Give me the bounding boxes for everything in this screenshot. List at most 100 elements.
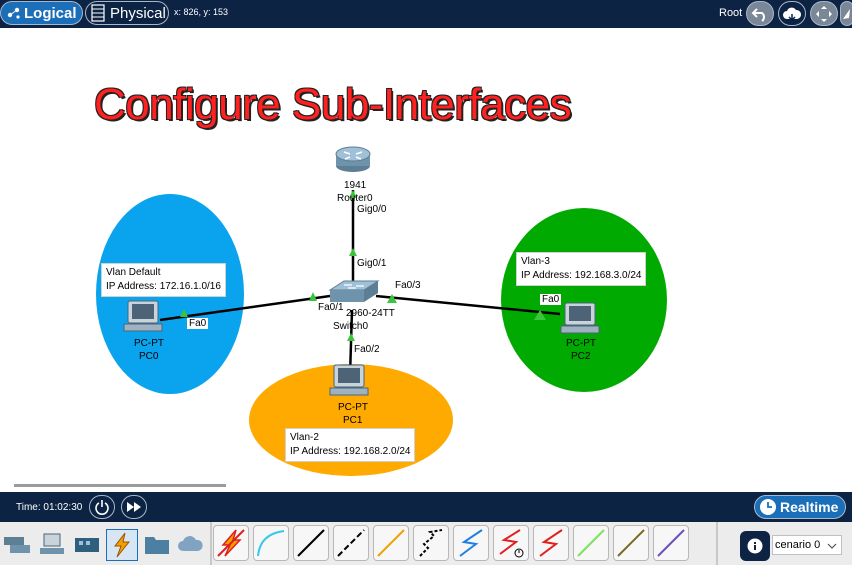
pc2-port-label: Fa0 bbox=[540, 294, 562, 305]
coaxial-cable[interactable] bbox=[453, 525, 489, 561]
scenario-select[interactable]: cenario 0 bbox=[772, 535, 842, 555]
connections-category[interactable] bbox=[106, 529, 138, 561]
octal-cable[interactable] bbox=[573, 525, 609, 561]
vlan-default-name: Vlan Default bbox=[106, 267, 161, 278]
link-status-indicator bbox=[309, 292, 317, 301]
fast-forward-icon bbox=[127, 502, 141, 512]
switch-name-label: Switch0 bbox=[333, 321, 369, 332]
navigation-button[interactable] bbox=[840, 1, 852, 26]
vlan3-name: Vlan-3 bbox=[521, 256, 550, 267]
palette-divider bbox=[716, 522, 718, 565]
cursor-coordinates: x: 826, y: 153 bbox=[174, 7, 229, 17]
simulation-time: Time: 01:02:30 bbox=[16, 502, 83, 513]
info-icon bbox=[747, 538, 763, 554]
usb-cable-icon bbox=[657, 529, 685, 557]
router-icon[interactable] bbox=[335, 146, 371, 172]
multiuser-cloud-icon bbox=[178, 536, 203, 551]
back-button[interactable] bbox=[746, 1, 774, 26]
vlan3-area bbox=[501, 208, 667, 392]
straight-through-icon bbox=[297, 529, 325, 557]
phone-cable[interactable] bbox=[413, 525, 449, 561]
scrollbar-thumb[interactable] bbox=[14, 484, 226, 487]
pc2-type-label: PC-PT bbox=[566, 338, 596, 349]
scenario-info-button[interactable] bbox=[740, 531, 770, 561]
components-icon bbox=[75, 538, 99, 552]
top-toolbar: Logical Physical x: 826, y: 153 Root bbox=[0, 0, 852, 28]
vlan3-note[interactable]: Vlan-3 IP Address: 192.168.3.0/24 bbox=[516, 252, 647, 286]
iot-custom-cable[interactable] bbox=[613, 525, 649, 561]
octal-icon bbox=[577, 529, 605, 557]
move-arrows-icon bbox=[816, 5, 832, 22]
chevron-down-icon bbox=[827, 543, 837, 549]
clock-icon bbox=[760, 499, 776, 515]
pc1-icon[interactable] bbox=[329, 364, 369, 396]
multiuser-category[interactable] bbox=[176, 529, 206, 559]
workspace-canvas[interactable]: Configure Sub-Interfaces Vlan Default IP… bbox=[0, 28, 852, 484]
palette-divider bbox=[210, 522, 212, 565]
switch-fa2-port-label: Fa0/2 bbox=[354, 344, 380, 355]
switch-icon[interactable] bbox=[328, 280, 380, 302]
fiber-icon bbox=[377, 529, 405, 557]
cluster-button[interactable] bbox=[778, 1, 806, 26]
serial-dce-cable[interactable] bbox=[493, 525, 529, 561]
switch-model-label: 2960-24TT bbox=[346, 308, 395, 319]
vlan2-name: Vlan-2 bbox=[290, 432, 319, 443]
console-cable[interactable] bbox=[253, 525, 289, 561]
pc1-name-label: PC1 bbox=[343, 415, 363, 426]
usb-cable[interactable] bbox=[653, 525, 689, 561]
vlan2-ip: IP Address: 192.168.2.0/24 bbox=[290, 446, 411, 457]
realtime-mode-button[interactable]: Realtime bbox=[754, 495, 846, 519]
logical-label: Logical bbox=[24, 4, 77, 22]
reset-time-button[interactable] bbox=[89, 495, 115, 519]
copper-cross-over-cable[interactable] bbox=[333, 525, 369, 561]
console-cable-icon bbox=[257, 530, 285, 557]
move-button[interactable] bbox=[810, 1, 838, 26]
lightning-icon bbox=[113, 532, 131, 558]
pc2-icon[interactable] bbox=[560, 302, 600, 334]
horizontal-scrollbar[interactable] bbox=[0, 484, 852, 492]
pc0-type-label: PC-PT bbox=[134, 338, 164, 349]
vlan2-note[interactable]: Vlan-2 IP Address: 192.168.2.0/24 bbox=[285, 428, 416, 462]
fiber-cable[interactable] bbox=[373, 525, 409, 561]
phone-cable-icon bbox=[419, 529, 443, 557]
link-status-indicator bbox=[349, 248, 357, 256]
undo-arrow-icon bbox=[751, 7, 765, 22]
vlan3-ip: IP Address: 192.168.3.0/24 bbox=[521, 270, 642, 281]
fast-forward-button[interactable] bbox=[121, 495, 147, 519]
pc0-port-label: Fa0 bbox=[187, 318, 209, 329]
vlan-default-ip: IP Address: 172.16.1.0/16 bbox=[106, 281, 221, 292]
switch-fa3-port-label: Fa0/3 bbox=[395, 280, 421, 291]
network-devices-category[interactable] bbox=[2, 529, 32, 559]
physical-label: Physical bbox=[110, 4, 166, 22]
serial-dte-icon bbox=[539, 529, 563, 557]
time-bar: Time: 01:02:30 Realtime bbox=[0, 492, 852, 522]
auto-connection-icon bbox=[217, 529, 245, 557]
end-devices-category[interactable] bbox=[38, 529, 68, 559]
end-devices-icon bbox=[40, 533, 64, 554]
logical-view-button[interactable]: Logical bbox=[0, 1, 83, 25]
auto-connection-cable[interactable] bbox=[213, 525, 249, 561]
root-label: Root bbox=[719, 7, 743, 19]
copper-straight-through-cable[interactable] bbox=[293, 525, 329, 561]
navigate-icon bbox=[843, 8, 850, 19]
folder-icon bbox=[145, 537, 169, 554]
switch-fa1-port-label: Fa0/1 bbox=[318, 302, 344, 313]
device-palette: cenario 0 bbox=[0, 522, 852, 565]
switch-gig-port-label: Gig0/1 bbox=[355, 258, 389, 269]
serial-dce-icon bbox=[499, 529, 524, 558]
pc1-type-label: PC-PT bbox=[338, 402, 368, 413]
cross-over-icon bbox=[337, 529, 365, 557]
miscellaneous-category[interactable] bbox=[142, 529, 172, 559]
serial-dte-cable[interactable] bbox=[533, 525, 569, 561]
physical-view-button[interactable]: Physical bbox=[85, 1, 169, 25]
realtime-label: Realtime bbox=[780, 499, 839, 515]
vlan-default-note[interactable]: Vlan Default IP Address: 172.16.1.0/16 bbox=[101, 263, 226, 297]
scenario-value: cenario 0 bbox=[775, 539, 821, 551]
iot-cable-icon bbox=[617, 529, 645, 557]
components-category[interactable] bbox=[72, 529, 102, 559]
cloud-icon bbox=[783, 7, 802, 21]
pc2-name-label: PC2 bbox=[571, 351, 591, 362]
pc0-name-label: PC0 bbox=[139, 351, 159, 362]
router-name-label: Router0 bbox=[337, 193, 373, 202]
pc0-icon[interactable] bbox=[123, 300, 163, 332]
